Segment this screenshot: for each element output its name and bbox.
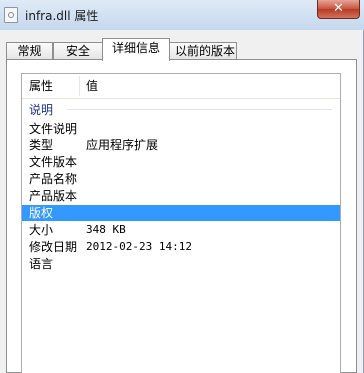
properties-window: infra.dll 属性 ✕ 常规 安全 详细信息 以前的版本 属性 值 说明 … [0,0,364,373]
detail-row-type[interactable]: 类型 应用程序扩展 [22,137,340,153]
property-value: 348 KB [86,223,126,236]
property-name: 大小 [29,223,54,237]
column-header-value[interactable]: 值 [79,74,340,98]
tab-security[interactable]: 安全 [53,42,103,60]
close-icon: ✕ [333,1,344,16]
property-name: 文件版本 [29,155,78,169]
property-name: 类型 [29,138,54,152]
property-name: 版权 [29,206,54,220]
detail-row-language[interactable]: 语言 [22,256,340,272]
property-name: 产品版本 [29,189,78,203]
column-header-label: 属性 [29,79,54,93]
column-header-property[interactable]: 属性 [22,74,79,98]
tab-label: 以前的版本 [175,44,236,58]
title-bar[interactable]: infra.dll 属性 ✕ [0,0,364,30]
column-header-label: 值 [86,79,99,93]
property-value: 应用程序扩展 [86,138,159,152]
detail-row-product-version[interactable]: 产品版本 [22,188,340,204]
detail-row-file-version[interactable]: 文件版本 [22,154,340,170]
detail-row-file-description[interactable]: 文件说明 [22,121,340,137]
details-list[interactable]: 属性 值 说明 文件说明 类型 应用程序扩展 文件版本 产品名称 产品版本 版权… [21,73,341,373]
tab-previous-versions[interactable]: 以前的版本 [169,42,237,60]
tab-details[interactable]: 详细信息 [102,38,170,61]
property-name: 语言 [29,257,54,271]
dll-file-icon [4,7,18,23]
detail-row-size[interactable]: 大小 348 KB [22,222,340,238]
detail-row-copyright[interactable]: 版权 [22,205,340,221]
property-name: 修改日期 [29,240,78,254]
property-name: 文件说明 [29,122,78,136]
group-divider [67,109,332,110]
close-button[interactable]: ✕ [317,0,360,19]
tab-label: 详细信息 [111,41,160,55]
detail-row-date-modified[interactable]: 修改日期 2012-02-23 14:12 [22,239,340,255]
tab-label: 常规 [17,44,42,58]
property-value: 2012-02-23 14:12 [86,240,192,253]
group-header-description[interactable]: 说明 [29,101,53,118]
tab-label: 安全 [65,44,90,58]
tab-general[interactable]: 常规 [6,42,53,60]
list-header: 属性 值 [22,74,340,99]
tab-strip: 常规 安全 详细信息 以前的版本 [6,38,360,61]
window-title: infra.dll 属性 [25,9,99,23]
property-name: 产品名称 [29,172,78,186]
detail-row-product-name[interactable]: 产品名称 [22,171,340,187]
